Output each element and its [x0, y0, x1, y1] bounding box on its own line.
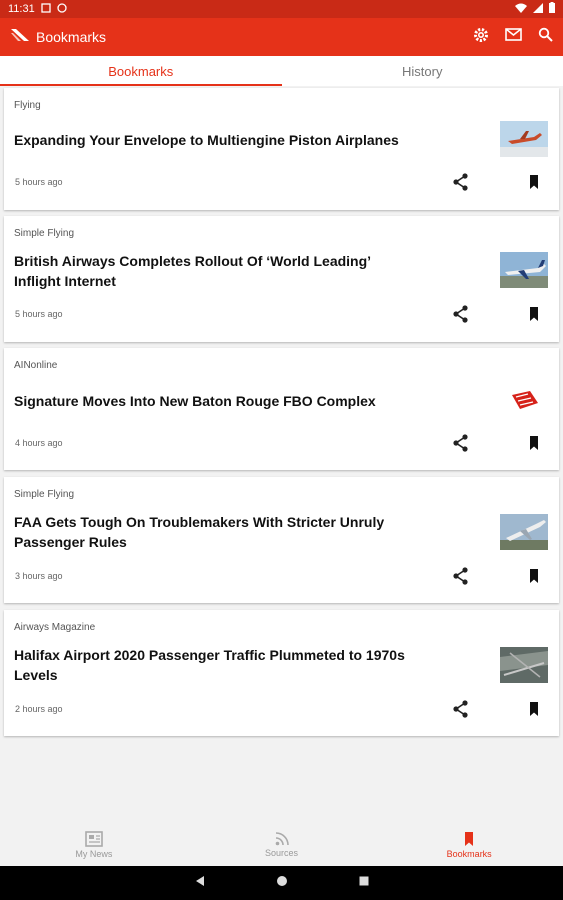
status-time: 11:31 [8, 3, 35, 15]
app-bar: Bookmarks [0, 18, 563, 56]
back-icon[interactable] [194, 874, 206, 892]
article-source: AINonline [14, 360, 58, 371]
article-thumbnail [500, 514, 548, 550]
article-title[interactable]: FAA Gets Tough On Troublemakers With Str… [14, 512, 414, 552]
notification-icon [41, 2, 51, 16]
article-title[interactable]: British Airways Completes Rollout Of ‘Wo… [14, 251, 414, 291]
app-logo-icon [10, 27, 30, 48]
article-time: 5 hours ago [15, 309, 63, 319]
article-thumbnail [500, 647, 548, 683]
signal-icon [533, 2, 543, 16]
article-time: 4 hours ago [15, 438, 63, 448]
search-icon[interactable] [538, 27, 553, 47]
nav-sources[interactable]: Sources [188, 824, 376, 866]
tab-bookmarks[interactable]: Bookmarks [0, 56, 282, 86]
nav-my-news[interactable]: My News [0, 824, 188, 866]
newspaper-icon [85, 831, 103, 849]
article-source: Simple Flying [14, 228, 75, 239]
wifi-icon [515, 3, 527, 16]
article-source: Flying [14, 100, 41, 111]
bookmark-icon[interactable] [524, 433, 544, 453]
bookmark-icon[interactable] [524, 172, 544, 192]
article-thumbnail [500, 121, 548, 157]
article-source: Simple Flying [14, 489, 75, 500]
nav-label: Sources [264, 848, 299, 858]
notification-icon-2 [57, 2, 67, 16]
article-time: 2 hours ago [15, 704, 63, 714]
mail-icon[interactable] [505, 28, 522, 46]
rss-icon [275, 832, 289, 848]
status-bar: 11:31 [0, 0, 563, 18]
share-icon[interactable] [451, 699, 471, 719]
bookmark-icon[interactable] [524, 304, 544, 324]
article-thumbnail [500, 252, 548, 288]
article-card[interactable]: Airways Magazine Halifax Airport 2020 Pa… [4, 610, 559, 736]
article-card[interactable]: Flying Expanding Your Envelope to Multie… [4, 88, 559, 210]
page-title: Bookmarks [36, 29, 107, 45]
tab-history[interactable]: History [282, 56, 563, 86]
tab-bar: Bookmarks History [0, 56, 563, 86]
share-icon[interactable] [451, 566, 471, 586]
article-title[interactable]: Halifax Airport 2020 Passenger Traffic P… [14, 645, 414, 685]
article-card[interactable]: Simple Flying British Airways Completes … [4, 216, 559, 342]
share-icon[interactable] [451, 172, 471, 192]
share-icon[interactable] [451, 433, 471, 453]
article-card[interactable]: AINonline Signature Moves Into New Baton… [4, 348, 559, 470]
battery-icon [549, 2, 555, 16]
article-source: Airways Magazine [14, 622, 96, 633]
share-icon[interactable] [451, 304, 471, 324]
article-time: 3 hours ago [15, 571, 63, 581]
settings-icon[interactable] [473, 27, 489, 48]
article-card[interactable]: Simple Flying FAA Gets Tough On Troublem… [4, 477, 559, 603]
home-icon[interactable] [276, 874, 288, 892]
bottom-navigation: My News Sources Bookmarks [0, 824, 563, 866]
nav-bookmarks[interactable]: Bookmarks [375, 824, 563, 866]
recents-icon[interactable] [358, 874, 370, 892]
article-title[interactable]: Expanding Your Envelope to Multiengine P… [14, 130, 414, 150]
nav-label: My News [75, 849, 113, 859]
bookmark-icon [462, 831, 476, 849]
nav-label: Bookmarks [446, 849, 492, 859]
bookmark-icon[interactable] [524, 566, 544, 586]
article-time: 5 hours ago [15, 177, 63, 187]
bookmark-icon[interactable] [524, 699, 544, 719]
system-navigation-bar [0, 866, 563, 900]
article-thumbnail [500, 383, 548, 419]
article-title[interactable]: Signature Moves Into New Baton Rouge FBO… [14, 391, 414, 411]
